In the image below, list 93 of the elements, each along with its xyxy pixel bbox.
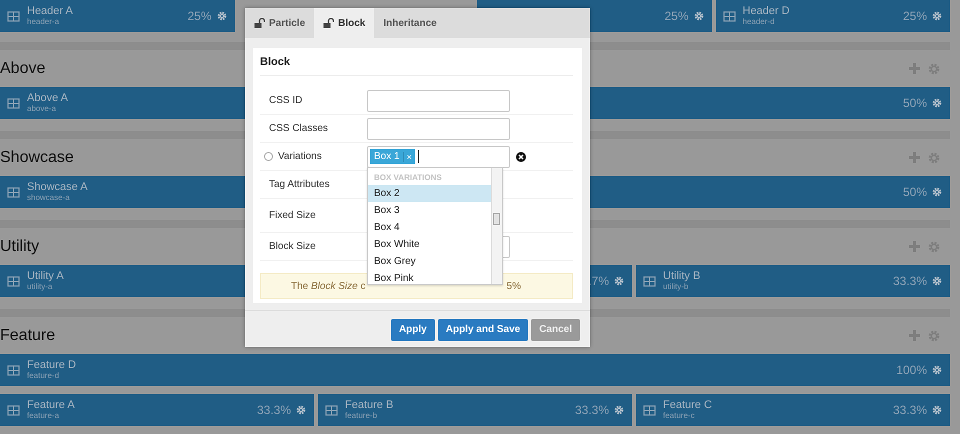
grid-icon — [7, 404, 20, 416]
scrollbar[interactable] — [491, 168, 502, 284]
input-field[interactable] — [367, 90, 510, 112]
settings-icon[interactable] — [296, 405, 306, 415]
settings-icon[interactable] — [932, 11, 942, 21]
block-size: 50% — [902, 185, 927, 199]
field-label: CSS Classes — [269, 123, 328, 134]
dropdown-option[interactable]: Box 4 — [368, 219, 491, 236]
settings-icon[interactable] — [932, 98, 942, 108]
settings-icon[interactable] — [932, 276, 942, 286]
grid-icon — [7, 186, 20, 198]
block-id: showcase-a — [27, 193, 71, 203]
grid-icon — [325, 404, 338, 416]
layout-block[interactable]: Header D header-d 25% — [716, 0, 950, 32]
block-name: Feature A — [27, 399, 75, 411]
block-name: Feature C — [663, 399, 712, 411]
dropdown-option[interactable]: Box White — [368, 236, 491, 253]
padlock-icon — [323, 18, 334, 28]
block-name: Above A — [27, 92, 68, 104]
settings-icon[interactable] — [932, 365, 942, 375]
block-name: Header A — [27, 5, 73, 17]
section-title: Feature — [0, 326, 56, 344]
settings-icon[interactable] — [614, 405, 624, 415]
grid-icon — [7, 98, 20, 108]
block-size: 25% — [187, 9, 212, 23]
section-title: Above — [0, 60, 46, 78]
layout-block[interactable]: Feature B feature-b 33.3% — [318, 394, 632, 426]
remove-button[interactable]: × — [402, 152, 415, 162]
button[interactable]: Cancel — [531, 318, 580, 340]
grid-icon — [7, 10, 20, 22]
clear-icon[interactable] — [516, 152, 526, 162]
settings-icon[interactable] — [694, 11, 704, 21]
block-name: Header D — [742, 5, 790, 17]
grid-icon — [7, 276, 20, 286]
dropdown-option[interactable]: Box Grey — [368, 253, 491, 270]
tab[interactable]: Particle — [245, 8, 314, 38]
grid-icon — [7, 364, 20, 376]
tab[interactable]: Block — [314, 8, 374, 38]
input-field[interactable] — [367, 118, 510, 140]
field-label: Tag Attributes — [269, 179, 330, 190]
layout-block[interactable]: Utility B utility-b 33.3% — [636, 265, 950, 297]
notice-text: 5% — [506, 280, 521, 292]
block-size: 50% — [902, 96, 927, 110]
block-id: feature-c — [663, 411, 696, 421]
layout-block[interactable]: Feature A feature-a 33.3% — [0, 394, 314, 426]
dropdown-option[interactable]: Box 2 — [368, 185, 491, 202]
card-title: Block — [260, 48, 573, 76]
settings-icon[interactable] — [932, 187, 942, 197]
block-size: 33.3% — [892, 274, 927, 288]
block-id: feature-b — [345, 411, 378, 421]
section-title: Showcase — [0, 148, 74, 166]
dropdown-option[interactable]: Box Pink — [368, 270, 491, 284]
field-label: Block Size — [269, 241, 316, 252]
layout-block[interactable]: Feature D feature-d 100% — [0, 354, 950, 386]
block-name: Utility A — [27, 270, 64, 282]
tag-input-field[interactable]: Box 1 × — [367, 146, 510, 168]
block-name: Showcase A — [27, 181, 88, 193]
text-cursor — [418, 150, 419, 163]
button[interactable]: Apply — [390, 318, 435, 340]
tab[interactable]: Inheritance — [374, 8, 446, 38]
block-id: header-a — [27, 17, 60, 27]
block-name: Feature B — [345, 399, 394, 411]
block-size: 33.3% — [574, 403, 609, 417]
block-id: feature-a — [27, 411, 60, 421]
block-size: 100% — [896, 363, 927, 377]
block-id: utility-a — [27, 282, 54, 292]
field-label: Variations — [278, 151, 322, 162]
block-size: 25% — [902, 9, 927, 23]
block-id: utility-b — [663, 282, 690, 292]
grid-icon — [643, 276, 656, 286]
block-size: .7% — [588, 274, 609, 288]
block-name: Utility B — [663, 270, 700, 282]
block-id: feature-d — [27, 371, 60, 381]
block-size: 33.3% — [256, 403, 291, 417]
block-name: Feature D — [27, 359, 76, 371]
radio-button[interactable] — [264, 152, 273, 161]
button[interactable]: Apply and Save — [438, 318, 528, 340]
settings-icon[interactable] — [216, 11, 226, 21]
block-size: 33.3% — [892, 403, 927, 417]
section-title: Utility — [0, 238, 40, 256]
layout-block[interactable]: Header A header-a 25% — [0, 0, 234, 32]
block-id: header-d — [742, 17, 776, 27]
grid-icon — [643, 404, 656, 416]
field-label: CSS ID — [269, 95, 302, 106]
field-label: Fixed Size — [269, 210, 316, 221]
padlock-icon — [254, 18, 265, 28]
layout-block[interactable]: Feature C feature-c 33.3% — [636, 394, 950, 426]
settings-icon[interactable] — [614, 276, 624, 286]
block-size: 25% — [664, 9, 688, 23]
settings-icon[interactable] — [932, 405, 942, 415]
block-id: above-a — [27, 104, 57, 114]
tag-label: Box 1 — [373, 151, 401, 162]
grid-icon — [722, 10, 736, 22]
